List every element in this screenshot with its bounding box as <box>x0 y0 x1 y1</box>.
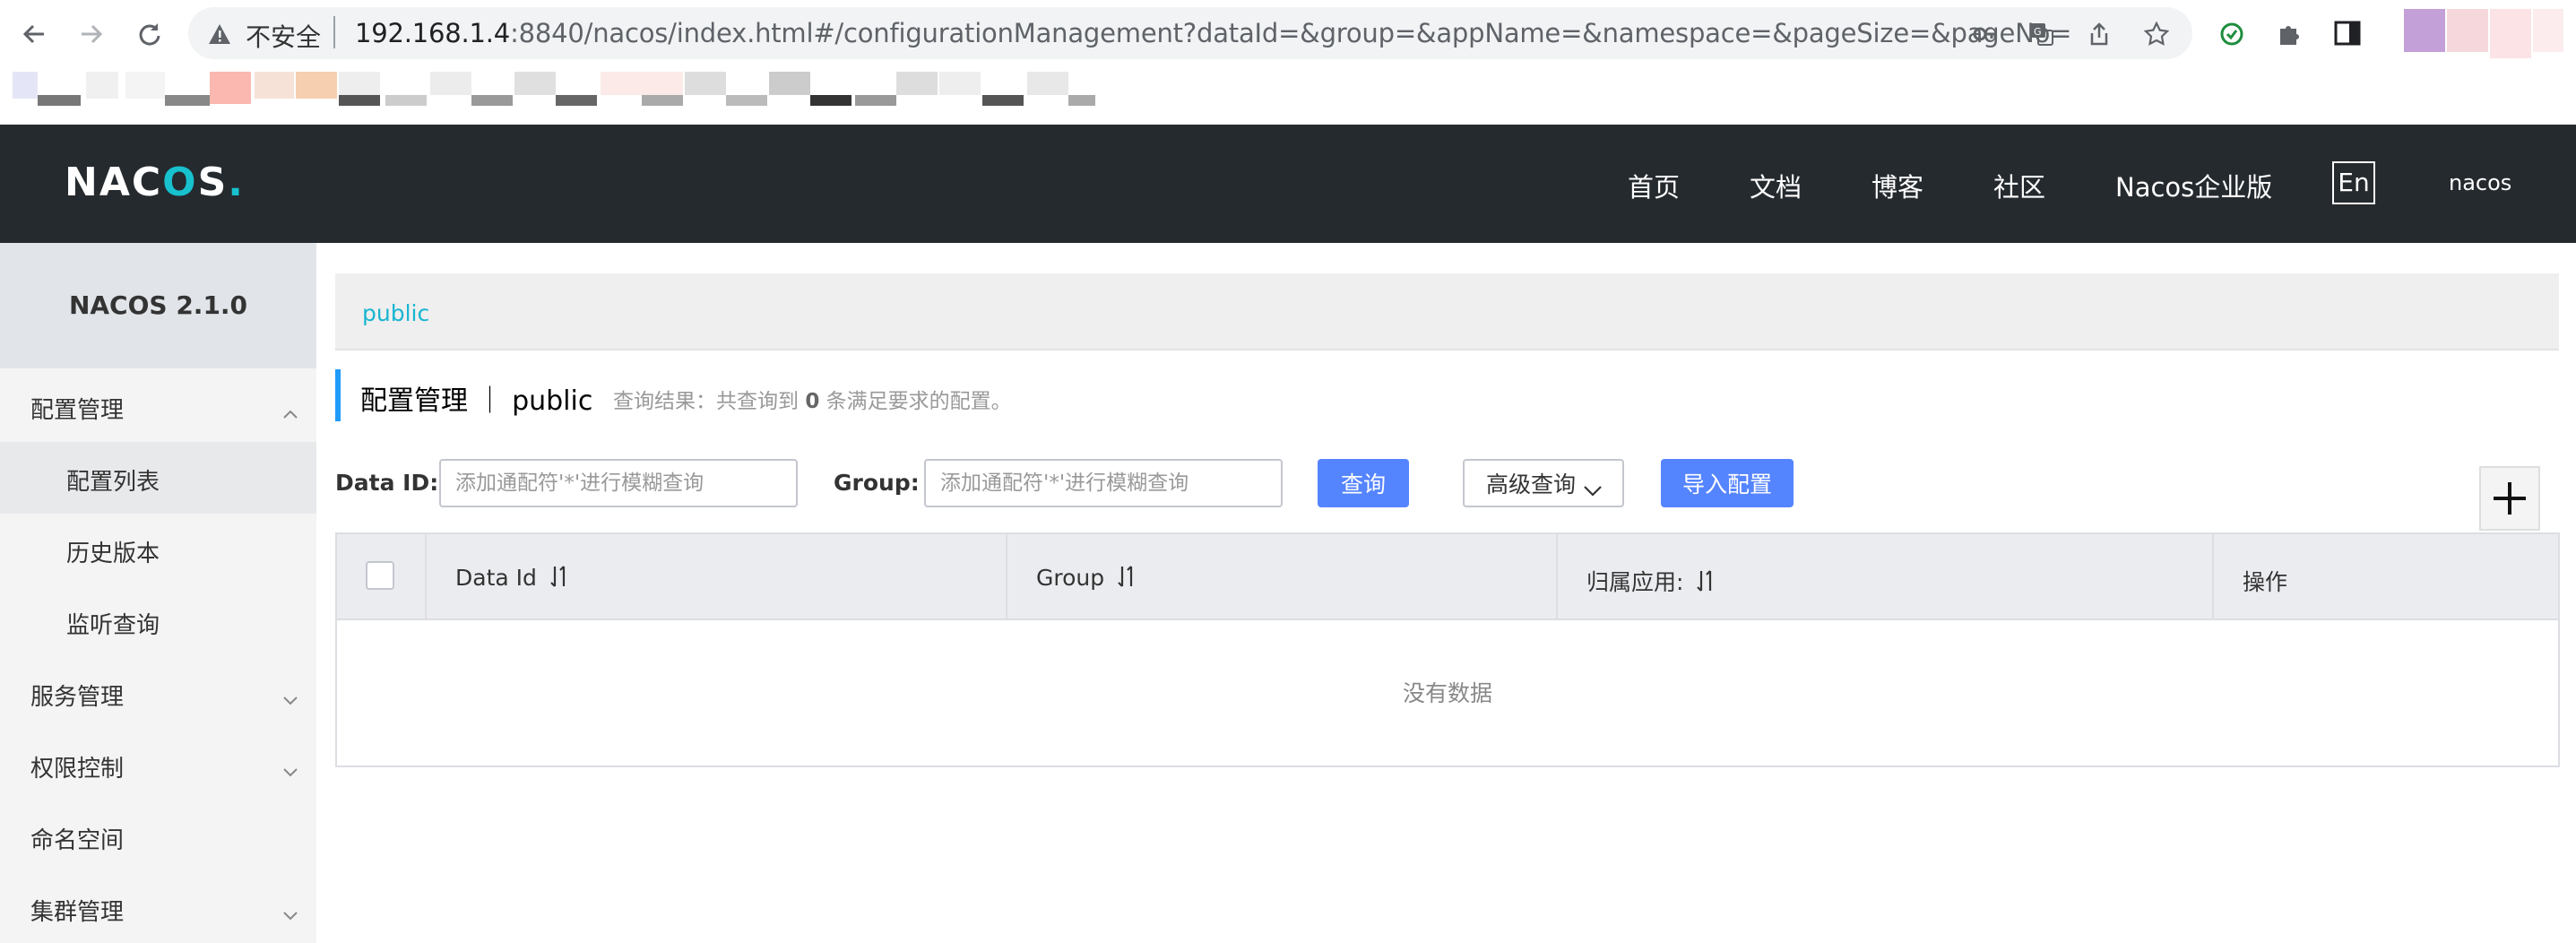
column-header-app[interactable]: 归属应用: <box>1558 534 2212 619</box>
key-icon[interactable] <box>1972 22 1997 47</box>
chevron-down-icon <box>282 686 298 713</box>
advanced-search-button[interactable]: 高级查询 <box>1463 459 1624 507</box>
table-header: Data Id Group 归属应用: 操作 <box>337 534 2558 620</box>
select-all-checkbox[interactable] <box>366 561 394 590</box>
search-button[interactable]: 查询 <box>1318 459 1409 507</box>
forward-icon[interactable] <box>73 16 109 52</box>
profile-blur-1 <box>2447 9 2488 52</box>
namespace-bar: public <box>335 273 2559 350</box>
column-header-data-id[interactable]: Data Id <box>427 534 1006 619</box>
config-table: Data Id Group 归属应用: 操作 没有数据 <box>335 532 2560 767</box>
sort-icon[interactable] <box>1117 565 1137 593</box>
chevron-up-icon <box>282 399 298 426</box>
back-icon[interactable] <box>16 16 52 52</box>
reload-icon[interactable] <box>131 16 167 52</box>
empty-state-text: 没有数据 <box>1402 680 1492 706</box>
sort-icon[interactable] <box>1696 569 1716 598</box>
import-config-button[interactable]: 导入配置 <box>1661 459 1794 507</box>
sidebar-item-access-control[interactable]: 权限控制 <box>0 729 316 800</box>
profile-blur-3 <box>2533 9 2563 52</box>
logo-text-nac: NAC <box>65 160 163 205</box>
nav-community[interactable]: 社区 <box>1993 167 2045 204</box>
sidebar-item-label: 集群管理 <box>30 899 125 926</box>
logo-text-dot: . <box>228 160 245 205</box>
sidebar-item-label: 权限控制 <box>30 756 125 783</box>
nav-docs[interactable]: 文档 <box>1750 167 1802 204</box>
group-label: Group: <box>834 470 920 496</box>
sidebar-item-cluster-management[interactable]: 集群管理 <box>0 872 316 943</box>
sidebar-item-config-management[interactable]: 配置管理 <box>0 370 316 442</box>
sidebar: NACOS 2.1.0 配置管理 配置列表 历史版本 监听查询 服务管理 权限控… <box>0 243 316 943</box>
insecure-label[interactable]: 不安全 <box>246 18 321 54</box>
sidebar-item-label: 配置列表 <box>66 469 160 496</box>
column-header-label: 操作 <box>2243 569 2288 595</box>
column-header-group[interactable]: Group <box>1007 534 1556 619</box>
logo-text-o: O <box>162 160 198 205</box>
nav-enterprise[interactable]: Nacos企业版 <box>2115 167 2272 204</box>
sidebar-item-label: 配置管理 <box>30 397 125 424</box>
sidebar-item-label: 服务管理 <box>30 684 125 711</box>
page-title: 配置管理 ｜ public <box>360 385 593 417</box>
translate-icon[interactable]: G <box>2029 22 2054 47</box>
sidebar-item-label: 监听查询 <box>66 612 160 639</box>
address-divider <box>333 16 335 48</box>
column-header-label: Data Id <box>455 565 537 591</box>
data-id-input[interactable] <box>439 459 798 507</box>
add-config-button[interactable] <box>2479 466 2540 531</box>
url-text[interactable]: 192.168.1.4:8840/nacos/index.html#/confi… <box>355 18 2071 48</box>
address-bar[interactable]: 不安全 192.168.1.4:8840/nacos/index.html#/c… <box>188 7 2192 59</box>
sidebar-item-listener-query[interactable]: 监听查询 <box>0 585 316 657</box>
puzzle-icon[interactable] <box>2277 20 2304 50</box>
svg-text:G: G <box>2034 26 2042 38</box>
url-path: :8840/nacos/index.html#/configurationMan… <box>510 18 2072 48</box>
user-menu[interactable]: nacos <box>2449 170 2511 195</box>
sidebar-item-config-list[interactable]: 配置列表 <box>0 442 316 514</box>
group-input[interactable] <box>924 459 1283 507</box>
namespace-tab-public[interactable]: public <box>362 300 429 326</box>
page-title-row: 配置管理 ｜ public 查询结果：共查询到 0 条满足要求的配置。 <box>335 369 1590 421</box>
query-result-count: 0 <box>805 390 820 413</box>
sidebar-item-service-management[interactable]: 服务管理 <box>0 657 316 729</box>
nav-home[interactable]: 首页 <box>1628 167 1680 204</box>
url-host: 192.168.1.4 <box>355 18 511 48</box>
query-result-suffix: 条满足要求的配置。 <box>819 390 1012 413</box>
column-header-label: Group <box>1036 565 1105 591</box>
side-panel-icon[interactable] <box>2334 20 2361 50</box>
advanced-search-label: 高级查询 <box>1486 472 1577 497</box>
logo-text-s: S <box>197 160 229 205</box>
column-header-actions: 操作 <box>2214 534 2558 619</box>
sidebar-item-namespace[interactable]: 命名空间 <box>0 800 316 872</box>
language-toggle[interactable]: En <box>2332 161 2375 204</box>
sidebar-item-label: 命名空间 <box>30 827 125 854</box>
extension-icon[interactable] <box>2219 20 2244 52</box>
column-header-label: 归属应用: <box>1586 569 1684 595</box>
nacos-logo[interactable]: NACOS. <box>65 160 245 205</box>
share-icon[interactable] <box>2087 22 2112 47</box>
table-header-select <box>337 534 425 619</box>
chevron-down-icon <box>1583 477 1603 503</box>
bookmark-star-icon[interactable] <box>2143 21 2170 47</box>
profile-avatar[interactable] <box>2404 9 2445 52</box>
query-result-text: 查询结果：共查询到 0 条满足要求的配置。 <box>613 384 1012 414</box>
browser-chrome: 不安全 192.168.1.4:8840/nacos/index.html#/c… <box>0 0 2576 68</box>
sidebar-item-history[interactable]: 历史版本 <box>0 514 316 585</box>
chevron-down-icon <box>282 901 298 928</box>
nav-blog[interactable]: 博客 <box>1871 167 1923 204</box>
sort-icon[interactable] <box>549 565 569 593</box>
data-id-label: Data ID: <box>335 470 439 496</box>
bookmarks-bar-blurred <box>0 70 1102 111</box>
sidebar-title: NACOS 2.1.0 <box>0 243 316 368</box>
warning-icon <box>208 23 231 48</box>
query-result-prefix: 查询结果：共查询到 <box>613 390 806 413</box>
profile-blur-2 <box>2490 9 2531 58</box>
sidebar-item-label: 历史版本 <box>66 541 160 567</box>
plus-icon <box>2492 480 2528 520</box>
chevron-down-icon <box>282 757 298 784</box>
